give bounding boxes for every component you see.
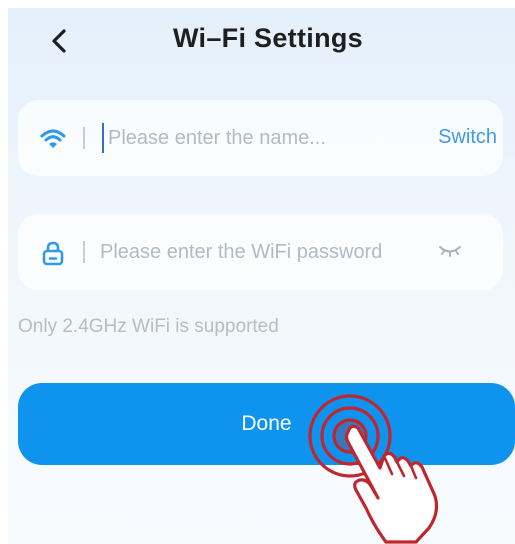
wifi-password-input[interactable] xyxy=(100,233,440,271)
back-button[interactable] xyxy=(44,26,74,56)
switch-network-link[interactable]: Switch xyxy=(438,126,497,149)
chevron-left-icon xyxy=(52,29,66,53)
page-title: Wi–Fi Settings xyxy=(173,23,363,53)
wifi-password-field[interactable] xyxy=(18,214,503,290)
wifi-name-field[interactable]: Switch xyxy=(18,100,503,176)
done-button-label: Done xyxy=(241,412,292,435)
wifi-settings-screen: Wi–Fi Settings Switch Only 2.4GHz WiFi i… xyxy=(8,8,515,544)
text-cursor xyxy=(102,123,104,153)
wifi-name-input[interactable] xyxy=(108,119,408,157)
field-divider xyxy=(83,241,85,263)
wifi-icon xyxy=(40,129,66,148)
frequency-hint: Only 2.4GHz WiFi is supported xyxy=(18,316,279,337)
lock-icon xyxy=(42,241,64,266)
eye-closed-icon[interactable] xyxy=(437,240,463,262)
done-button[interactable]: Done xyxy=(18,383,515,465)
field-divider xyxy=(83,127,85,149)
